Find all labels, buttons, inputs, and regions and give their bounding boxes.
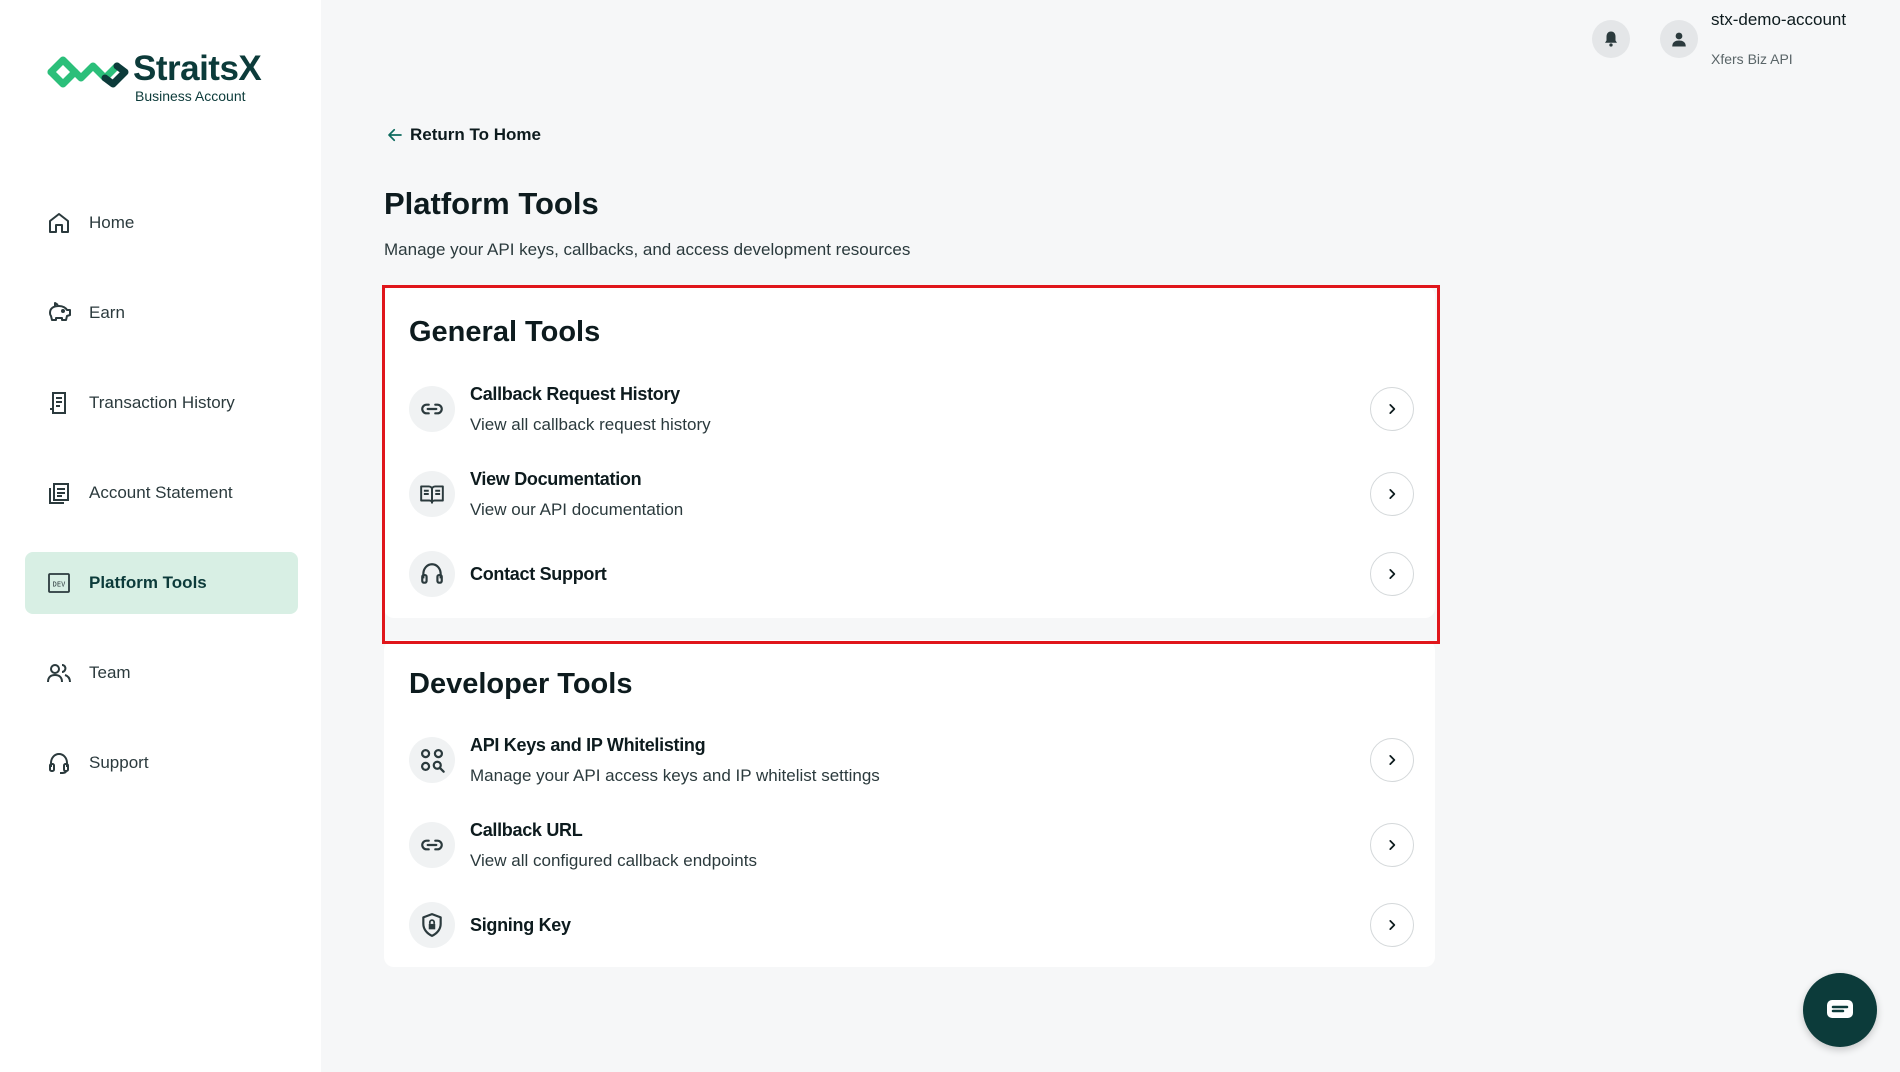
logo-mark-icon xyxy=(47,56,129,88)
arrow-left-icon xyxy=(388,128,402,142)
sidebar-item-team[interactable]: Team xyxy=(25,642,298,704)
user-avatar-button[interactable] xyxy=(1660,20,1698,58)
callback-url-row[interactable]: Callback URL View all configured callbac… xyxy=(409,815,1414,875)
sidebar-item-account-statement[interactable]: Account Statement xyxy=(25,462,298,524)
sidebar-item-label: Home xyxy=(89,213,135,232)
page-description: Manage your API keys, callbacks, and acc… xyxy=(384,240,911,259)
straitsx-logo[interactable]: StraitsX Business Account xyxy=(47,49,262,104)
receipt-icon xyxy=(45,389,73,417)
shield-lock-icon xyxy=(409,902,455,948)
sidebar-item-label: Platform Tools xyxy=(89,573,207,592)
chat-icon xyxy=(1827,1000,1853,1018)
general-tools-card: General Tools Callback Request History V… xyxy=(384,286,1435,618)
row-title: API Keys and IP Whitelisting xyxy=(470,734,706,755)
chevron-right-icon[interactable] xyxy=(1370,552,1414,596)
row-subtitle: View our API documentation xyxy=(470,499,684,519)
dev-icon: DEV xyxy=(45,569,73,597)
chevron-right-icon[interactable] xyxy=(1370,903,1414,947)
brand-subtitle: Business Account xyxy=(135,88,246,104)
row-title: View Documentation xyxy=(470,468,642,489)
chevron-right-icon[interactable] xyxy=(1370,387,1414,431)
sidebar-nav: Home Earn Transaction History Account St… xyxy=(25,192,298,822)
callback-request-history-row[interactable]: Callback Request History View all callba… xyxy=(409,379,1414,439)
sidebar-item-label: Earn xyxy=(89,303,125,322)
page-title: Platform Tools xyxy=(384,186,599,221)
chat-button[interactable] xyxy=(1803,973,1877,1047)
return-home-label: Return To Home xyxy=(410,125,541,144)
row-title: Contact Support xyxy=(470,563,607,584)
developer-tools-card: Developer Tools API Keys and IP Whitelis… xyxy=(384,640,1435,967)
chevron-right-icon[interactable] xyxy=(1370,472,1414,516)
signing-key-row[interactable]: Signing Key xyxy=(409,895,1414,955)
row-title: Callback URL xyxy=(470,819,583,840)
bell-icon xyxy=(1605,31,1617,47)
sidebar-item-support[interactable]: Support xyxy=(25,732,298,794)
document-stack-icon xyxy=(45,479,73,507)
svg-text:DEV: DEV xyxy=(53,581,66,589)
link-icon xyxy=(409,822,455,868)
user-icon xyxy=(1672,32,1686,47)
contact-support-row[interactable]: Contact Support xyxy=(409,544,1414,604)
piggy-bank-icon xyxy=(45,299,73,327)
row-title: Callback Request History xyxy=(470,383,680,404)
sidebar-item-platform-tools[interactable]: DEV Platform Tools xyxy=(25,552,298,614)
team-icon xyxy=(45,659,73,687)
row-subtitle: Manage your API access keys and IP white… xyxy=(470,765,880,785)
book-icon xyxy=(409,471,455,517)
sidebar-item-earn[interactable]: Earn xyxy=(25,282,298,344)
general-tools-title: General Tools xyxy=(409,316,601,348)
headset-icon xyxy=(45,749,73,777)
sidebar: StraitsX Business Account Home Earn Tran… xyxy=(0,0,321,1072)
account-name[interactable]: stx-demo-account xyxy=(1711,10,1846,30)
sidebar-item-label: Support xyxy=(89,753,149,772)
sidebar-item-label: Team xyxy=(89,663,131,682)
row-subtitle: View all configured callback endpoints xyxy=(470,850,757,870)
home-icon xyxy=(45,209,73,237)
row-subtitle: View all callback request history xyxy=(470,414,711,434)
headset-icon xyxy=(409,551,455,597)
view-documentation-row[interactable]: View Documentation View our API document… xyxy=(409,464,1414,524)
return-home-link[interactable]: Return To Home xyxy=(386,125,541,145)
chevron-right-icon[interactable] xyxy=(1370,738,1414,782)
sidebar-item-transaction-history[interactable]: Transaction History xyxy=(25,372,298,434)
brand-name: StraitsX xyxy=(133,49,262,88)
api-keys-ip-whitelisting-row[interactable]: API Keys and IP Whitelisting Manage your… xyxy=(409,730,1414,790)
row-title: Signing Key xyxy=(470,914,571,935)
account-type: Xfers Biz API xyxy=(1711,51,1793,67)
key-search-icon xyxy=(409,737,455,783)
link-icon xyxy=(409,386,455,432)
sidebar-item-label: Transaction History xyxy=(89,393,235,412)
chevron-right-icon[interactable] xyxy=(1370,823,1414,867)
sidebar-item-home[interactable]: Home xyxy=(25,192,298,254)
sidebar-item-label: Account Statement xyxy=(89,483,233,502)
developer-tools-title: Developer Tools xyxy=(409,668,633,700)
notifications-button[interactable] xyxy=(1592,20,1630,58)
